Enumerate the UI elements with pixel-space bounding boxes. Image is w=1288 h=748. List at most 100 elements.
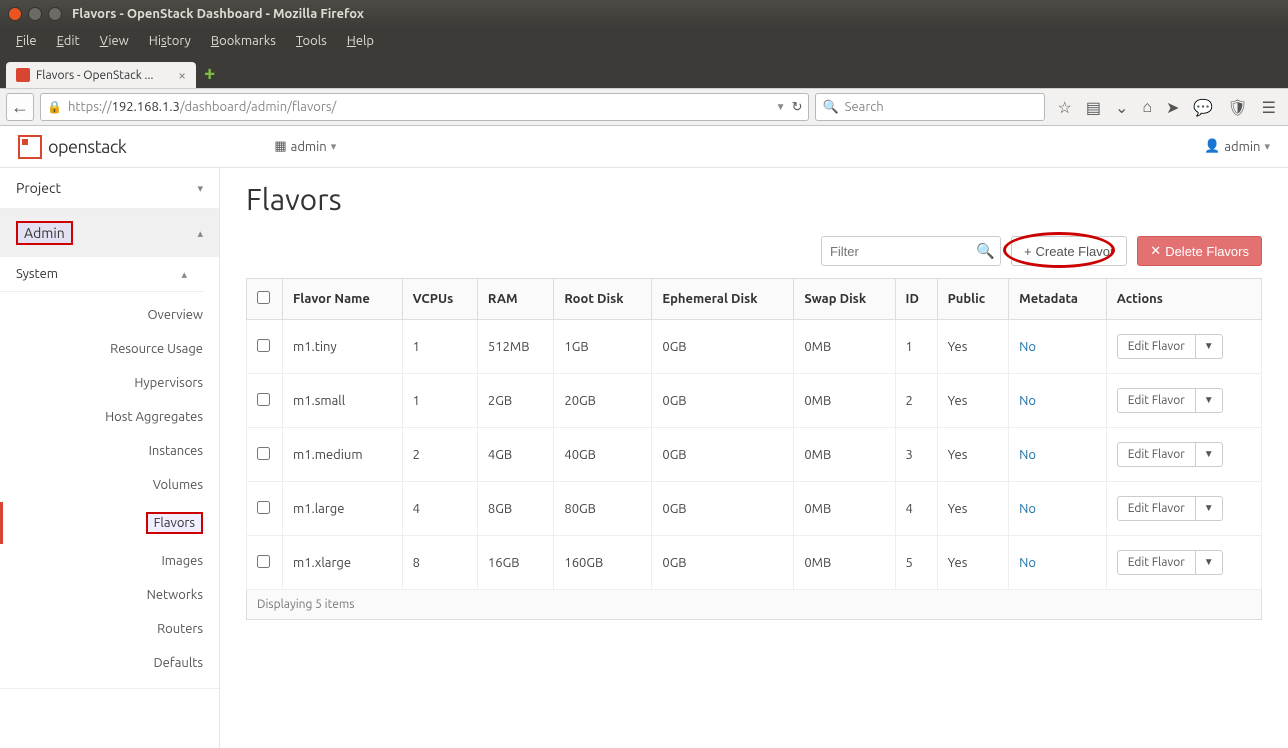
sidebar-item-instances[interactable]: Instances <box>0 434 219 468</box>
project-selector[interactable]: ▦ admin ▾ <box>266 135 344 158</box>
sidebar-group-project[interactable]: Project ▾ <box>0 168 219 208</box>
browser-tab-bar: Flavors - OpenStack ... × + <box>0 54 1288 88</box>
browser-menu-bar: File Edit View History Bookmarks Tools H… <box>0 28 1288 54</box>
sidebar-item-flavors[interactable]: Flavors <box>0 502 219 544</box>
pocket-icon[interactable]: ⌄ <box>1115 98 1128 117</box>
metadata-link[interactable]: No <box>1019 556 1036 570</box>
back-button[interactable]: ← <box>6 93 34 121</box>
cell-public: Yes <box>937 374 1009 428</box>
chevron-down-icon[interactable]: ▼ <box>1195 551 1222 574</box>
cell-flavor-name: m1.tiny <box>283 320 403 374</box>
hamburger-menu-icon[interactable]: ☰ <box>1262 98 1276 117</box>
tab-label: Flavors - OpenStack ... <box>36 69 153 82</box>
menu-tools[interactable]: Tools <box>288 32 335 50</box>
select-all-checkbox[interactable] <box>257 291 270 304</box>
sidebar-group-admin[interactable]: Admin ▴ <box>0 209 219 257</box>
col-swap-disk[interactable]: Swap Disk <box>794 279 895 320</box>
edit-flavor-button[interactable]: Edit Flavor▼ <box>1117 550 1223 575</box>
create-flavor-button[interactable]: + Create Flavor <box>1011 236 1127 266</box>
col-id[interactable]: ID <box>895 279 937 320</box>
sidebar-item-routers[interactable]: Routers <box>0 612 219 646</box>
edit-flavor-button[interactable]: Edit Flavor▼ <box>1117 334 1223 359</box>
sidebar-item-resource-usage[interactable]: Resource Usage <box>0 332 219 366</box>
chevron-down-icon[interactable]: ▼ <box>1195 443 1222 466</box>
col-ram[interactable]: RAM <box>477 279 553 320</box>
sidebar-item-host-aggregates[interactable]: Host Aggregates <box>0 400 219 434</box>
col-flavor-name[interactable]: Flavor Name <box>283 279 403 320</box>
window-close-button[interactable] <box>8 7 22 21</box>
delete-flavors-button[interactable]: ✕ Delete Flavors <box>1137 236 1262 266</box>
chevron-down-icon[interactable]: ▼ <box>1195 335 1222 358</box>
cell-public: Yes <box>937 536 1009 590</box>
cell-metadata: No <box>1009 428 1107 482</box>
row-checkbox[interactable] <box>257 393 270 406</box>
browser-tab-active[interactable]: Flavors - OpenStack ... × <box>6 62 196 88</box>
col-vcpus[interactable]: VCPUs <box>402 279 477 320</box>
table-row: m1.tiny1512MB1GB0GB0MB1YesNoEdit Flavor▼ <box>247 320 1262 374</box>
edit-flavor-button[interactable]: Edit Flavor▼ <box>1117 496 1223 521</box>
openstack-logo[interactable]: openstack <box>18 135 126 159</box>
metadata-link[interactable]: No <box>1019 448 1036 462</box>
menu-history[interactable]: History <box>141 32 199 50</box>
user-icon: 👤 <box>1204 139 1220 154</box>
chevron-down-icon[interactable]: ▼ <box>1195 389 1222 412</box>
bookmarks-list-icon[interactable]: ▤ <box>1086 98 1101 117</box>
menu-help[interactable]: Help <box>339 32 382 50</box>
url-host: 192.168.1.3 <box>112 100 180 114</box>
menu-edit[interactable]: Edit <box>49 32 88 50</box>
menu-bookmarks[interactable]: Bookmarks <box>203 32 284 50</box>
chat-icon[interactable]: 💬 <box>1193 98 1213 117</box>
col-public[interactable]: Public <box>937 279 1009 320</box>
url-text: https://192.168.1.3/dashboard/admin/flav… <box>68 100 770 114</box>
home-icon[interactable]: ⌂ <box>1142 98 1152 117</box>
filter-input[interactable] <box>821 236 1001 266</box>
new-tab-button[interactable]: + <box>196 57 223 88</box>
cell-id: 3 <box>895 428 937 482</box>
sidebar-item-defaults[interactable]: Defaults <box>0 646 219 680</box>
row-checkbox[interactable] <box>257 501 270 514</box>
col-ephemeral-disk[interactable]: Ephemeral Disk <box>652 279 794 320</box>
window-maximize-button[interactable] <box>48 7 62 21</box>
url-prefix: https:// <box>68 100 112 114</box>
metadata-link[interactable]: No <box>1019 394 1036 408</box>
metadata-link[interactable]: No <box>1019 340 1036 354</box>
window-titlebar: Flavors - OpenStack Dashboard - Mozilla … <box>0 0 1288 28</box>
row-checkbox[interactable] <box>257 555 270 568</box>
sidebar-item-volumes[interactable]: Volumes <box>0 468 219 502</box>
chevron-up-icon: ▴ <box>181 268 187 281</box>
window-minimize-button[interactable] <box>28 7 42 21</box>
cell-vcpus: 4 <box>402 482 477 536</box>
cell-vcpus: 8 <box>402 536 477 590</box>
url-bar[interactable]: 🔒 https://192.168.1.3/dashboard/admin/fl… <box>40 93 809 121</box>
sidebar-subgroup-system[interactable]: System ▴ <box>0 257 203 292</box>
browser-search-bar[interactable]: 🔍 Search <box>815 93 1045 121</box>
menu-file[interactable]: File <box>8 32 45 50</box>
sidebar-item-hypervisors[interactable]: Hypervisors <box>0 366 219 400</box>
chevron-down-icon[interactable]: ▼ <box>1195 497 1222 520</box>
row-checkbox[interactable] <box>257 339 270 352</box>
shield-icon[interactable]: 🛡 <box>1227 98 1247 117</box>
cell-ram: 2GB <box>477 374 553 428</box>
chevron-down-icon: ▾ <box>1264 140 1270 153</box>
send-icon[interactable]: ➤ <box>1166 98 1179 117</box>
sidebar-subgroup-label: System <box>16 267 58 281</box>
menu-view[interactable]: View <box>92 32 137 50</box>
tab-close-button[interactable]: × <box>178 68 186 82</box>
sidebar: Project ▾ Admin ▴ System ▴ Overview Reso… <box>0 168 220 748</box>
col-metadata[interactable]: Metadata <box>1009 279 1107 320</box>
cell-root-disk: 160GB <box>554 536 652 590</box>
reload-button[interactable]: ↻ <box>792 100 803 115</box>
col-root-disk[interactable]: Root Disk <box>554 279 652 320</box>
edit-flavor-button[interactable]: Edit Flavor▼ <box>1117 388 1223 413</box>
sidebar-item-images[interactable]: Images <box>0 544 219 578</box>
edit-flavor-button[interactable]: Edit Flavor▼ <box>1117 442 1223 467</box>
row-checkbox[interactable] <box>257 447 270 460</box>
user-selector[interactable]: 👤 admin ▾ <box>1204 139 1270 154</box>
metadata-link[interactable]: No <box>1019 502 1036 516</box>
search-icon: 🔍 <box>822 100 838 115</box>
url-dropdown-icon[interactable]: ▼ <box>776 101 786 113</box>
sidebar-item-overview[interactable]: Overview <box>0 298 219 332</box>
bookmark-star-icon[interactable]: ☆ <box>1057 98 1071 117</box>
cell-metadata: No <box>1009 536 1107 590</box>
sidebar-item-networks[interactable]: Networks <box>0 578 219 612</box>
